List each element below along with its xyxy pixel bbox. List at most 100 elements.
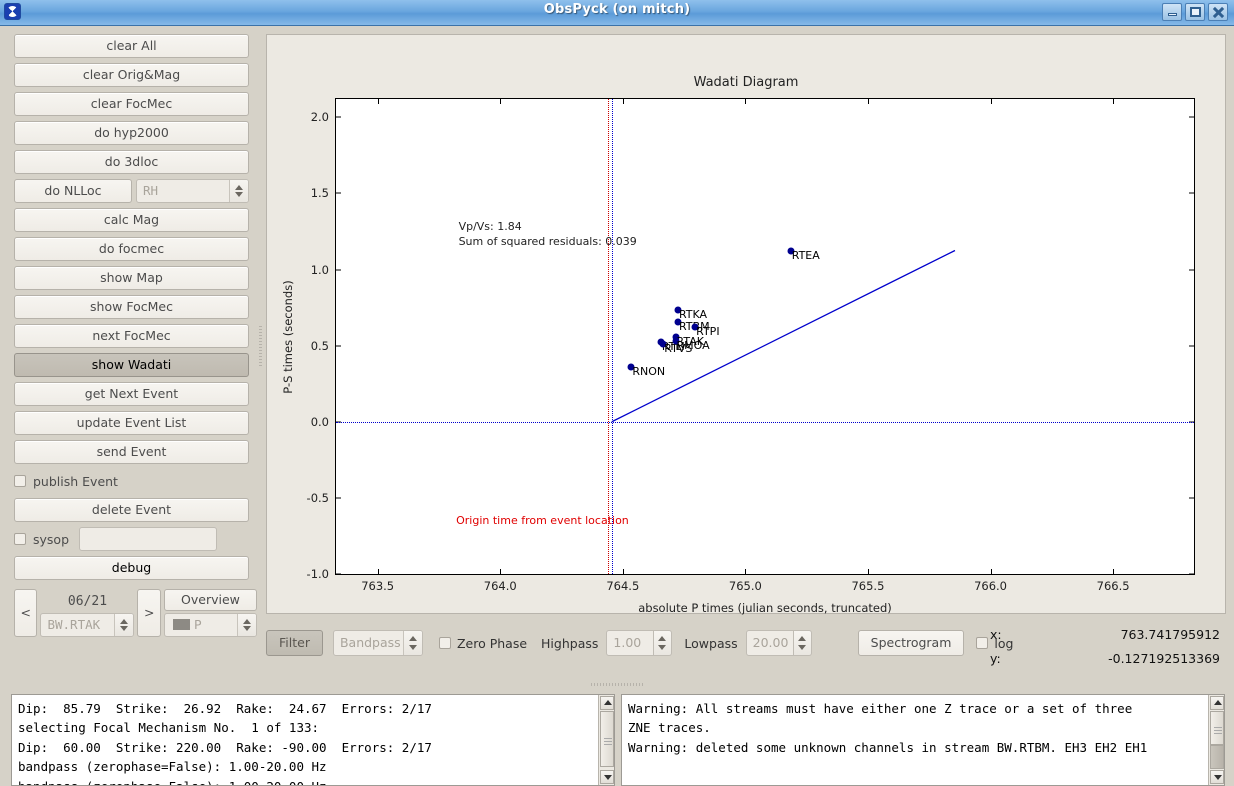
nlloc-mode-value: RH: [143, 183, 159, 198]
sysop-label: sysop: [33, 531, 70, 547]
minimize-button[interactable]: [1162, 3, 1182, 21]
filter-type-spinner-icon[interactable]: [402, 631, 422, 655]
matplotlib-canvas[interactable]: Wadati Diagram P-S times (seconds) absol…: [267, 35, 1225, 615]
delete-event-button[interactable]: delete Event: [14, 498, 249, 522]
x-tick-label: 766.0: [974, 579, 1007, 593]
cursor-x-key: x:: [990, 626, 1002, 642]
zero-phase-checkbox[interactable]: [438, 637, 451, 649]
y-tick-label: 0.0: [310, 414, 329, 429]
scroll-thumb[interactable]: [1210, 711, 1224, 745]
scroll-down-icon[interactable]: [600, 770, 614, 784]
scroll-down-icon[interactable]: [1210, 770, 1224, 784]
sysop-password-field[interactable]: [79, 527, 218, 551]
calc-mag-button[interactable]: calc Mag: [14, 208, 249, 232]
filter-type-combo[interactable]: Bandpass: [332, 630, 423, 656]
spectrogram-button[interactable]: Spectrogram: [857, 630, 965, 656]
send-event-button[interactable]: send Event: [14, 440, 249, 464]
do-nlloc-button[interactable]: do NLLoc: [14, 179, 132, 203]
page-title: Wadati Diagram: [693, 75, 799, 90]
scroll-thumb[interactable]: [600, 711, 614, 767]
phase-combo[interactable]: P: [163, 613, 258, 637]
do-focmec-button[interactable]: do focmec: [14, 237, 249, 261]
scroll-grip: [604, 738, 612, 739]
y-tick-label: -1.0: [306, 567, 329, 581]
scroll-up-icon[interactable]: [1210, 696, 1224, 710]
scroll-grip: [604, 744, 612, 745]
y-tick-label: 0.5: [310, 338, 329, 353]
station-combo[interactable]: BW.RTAK: [40, 613, 135, 637]
cursor-y-key: y:: [990, 650, 1001, 666]
log-console-left-scrollbar[interactable]: [598, 695, 614, 785]
nlloc-row: do NLLoc RH: [14, 179, 249, 203]
station-value: BW.RTAK: [47, 617, 101, 632]
log-console-right-scrollbar[interactable]: [1208, 695, 1224, 785]
event-date-label: 06/21: [67, 594, 108, 609]
clear-orig-mag-button[interactable]: clear Orig&Mag: [14, 63, 249, 87]
publish-event-checkbox[interactable]: [14, 475, 26, 487]
x-tick-label: 764.0: [483, 579, 517, 593]
log-console-right[interactable]: Warning: All streams must have either on…: [621, 694, 1225, 786]
get-next-event-button[interactable]: get Next Event: [14, 382, 249, 406]
phase-spinner-icon[interactable]: [237, 614, 257, 636]
phase-color-swatch: [172, 619, 190, 630]
do-hyp2000-button[interactable]: do hyp2000: [14, 121, 249, 145]
cursor-y-row: y: -0.127192513369: [990, 646, 1220, 670]
nlloc-mode-combo[interactable]: RH: [136, 179, 249, 203]
lowpass-spinner-icon[interactable]: [793, 630, 812, 656]
highpass-input[interactable]: 1.00: [606, 630, 655, 656]
scroll-grip: [1214, 730, 1222, 731]
maximize-icon: [1186, 4, 1204, 20]
sysop-checkbox[interactable]: [14, 533, 26, 545]
show-map-button[interactable]: show Map: [14, 266, 249, 290]
scroll-grip: [604, 741, 612, 742]
publish-event-row[interactable]: publish Event: [14, 469, 249, 493]
station-spinner-icon[interactable]: [114, 614, 134, 636]
nlloc-mode-spinner-icon[interactable]: [229, 180, 248, 202]
panel-resize-handle[interactable]: [591, 683, 643, 686]
filter-type-value: Bandpass: [339, 635, 401, 650]
filter-button[interactable]: Filter: [266, 630, 323, 656]
publish-event-label: publish Event: [33, 473, 118, 489]
sidebar-splitter[interactable]: [259, 326, 262, 366]
window-title: ObsPyck (on mitch): [543, 2, 691, 17]
x-tick-label: 764.5: [606, 579, 640, 593]
data-point-label: RTPI: [696, 324, 720, 338]
clear-focmec-button[interactable]: clear FocMec: [14, 92, 249, 116]
scroll-up-icon[interactable]: [600, 696, 614, 710]
log-checkbox[interactable]: [976, 637, 989, 649]
x-tick-label: 763.5: [361, 579, 395, 593]
y-tick-label: 1.0: [310, 262, 329, 277]
overview-phase-group: Overview P: [163, 589, 258, 637]
highpass-spinner-icon[interactable]: [654, 630, 673, 656]
phase-value: P: [193, 617, 202, 632]
do-3dloc-button[interactable]: do 3dloc: [14, 150, 249, 174]
clear-all-button[interactable]: clear All: [14, 34, 249, 58]
update-event-list-button[interactable]: update Event List: [14, 411, 249, 435]
overview-button[interactable]: Overview: [163, 589, 258, 611]
next-focmec-button[interactable]: next FocMec: [14, 324, 249, 348]
show-focmec-button[interactable]: show FocMec: [14, 295, 249, 319]
data-point-label: RTEA: [791, 249, 820, 263]
control-sidebar: clear All clear Orig&Mag clear FocMec do…: [7, 34, 260, 659]
wadati-fit-line: [611, 249, 956, 423]
prev-event-button[interactable]: <: [14, 589, 38, 637]
title-bar: ObsPyck (on mitch): [0, 0, 1234, 26]
origin-time-annotation: Origin time from event location: [456, 514, 629, 528]
log-console-right-text: Warning: All streams must have either on…: [628, 701, 1148, 755]
lowpass-input[interactable]: 20.00: [745, 630, 794, 656]
show-wadati-button[interactable]: show Wadati: [14, 353, 249, 377]
next-event-button[interactable]: >: [137, 589, 161, 637]
maximize-button[interactable]: [1185, 3, 1205, 21]
scroll-grip: [1214, 733, 1222, 734]
x-tick-label: 765.0: [728, 579, 762, 593]
log-console-left[interactable]: Dip: 85.79 Strike: 26.92 Rake: 24.67 Err…: [11, 694, 615, 786]
debug-button[interactable]: debug: [14, 556, 249, 580]
phase-value-wrap: P: [165, 614, 237, 636]
vpvs-annotation: Vp/Vs: 1.84 Sum of squared residuals: 0.…: [458, 219, 637, 248]
scroll-track-highlight[interactable]: [1210, 745, 1224, 769]
x-tick-label: 766.5: [1096, 579, 1130, 593]
wadati-axes[interactable]: P-S times (seconds) absolute P times (ju…: [281, 98, 1195, 615]
close-button[interactable]: [1208, 3, 1228, 21]
wadati-plot-panel: Wadati Diagram P-S times (seconds) absol…: [266, 34, 1226, 615]
event-navigation: < 06/21 BW.RTAK > Overview P: [14, 585, 258, 637]
